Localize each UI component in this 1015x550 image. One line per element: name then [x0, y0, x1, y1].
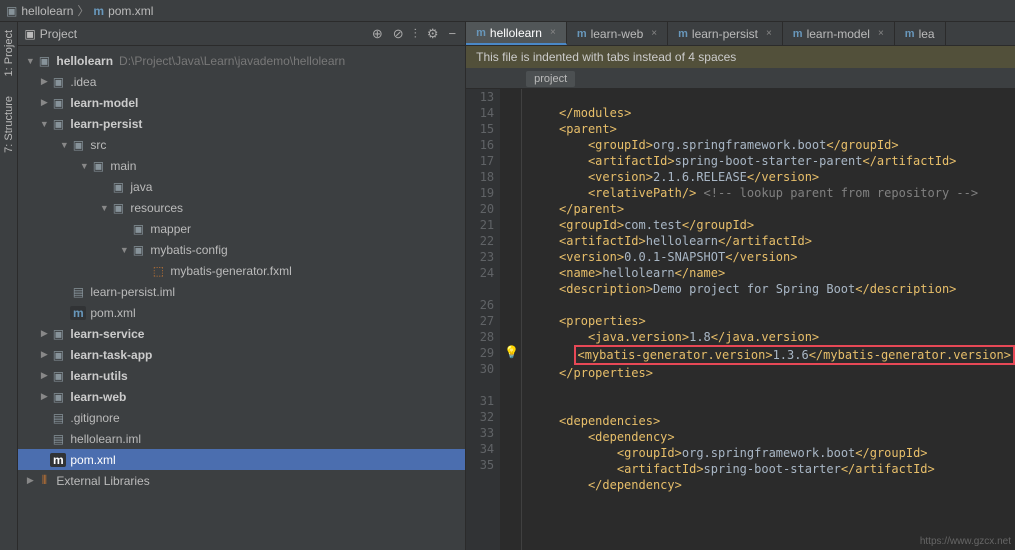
- tree-root[interactable]: ▼▣hellolearnD:\Project\Java\Learn\javade…: [18, 50, 465, 71]
- tool-window-bar: 1: Project 7: Structure: [0, 22, 18, 550]
- tree-item[interactable]: ▶▣learn-web: [18, 386, 465, 407]
- project-panel: ▣ Project ⊕ ⊘ ⫶ ⚙ − ▼▣hellolearnD:\Proje…: [18, 22, 466, 550]
- tree-item[interactable]: ▤.gitignore: [18, 407, 465, 428]
- tab-learn-model[interactable]: mlearn-model×: [783, 22, 895, 45]
- tree-item[interactable]: ▼▣learn-persist: [18, 113, 465, 134]
- close-icon[interactable]: ×: [766, 28, 772, 39]
- locate-icon[interactable]: ⊕: [369, 26, 386, 42]
- maven-icon: m: [577, 28, 587, 40]
- fold-gutter: 💡: [500, 89, 522, 550]
- editor-tabs: mhellolearn× mlearn-web× mlearn-persist×…: [466, 22, 1015, 46]
- sidebar-tab-structure[interactable]: 7: Structure: [3, 96, 15, 153]
- tree-item[interactable]: ▼▣main: [18, 155, 465, 176]
- maven-icon: m: [793, 28, 803, 40]
- chevron-icon: 〉: [77, 2, 89, 19]
- tree-item[interactable]: ▶▣.idea: [18, 71, 465, 92]
- gear-icon[interactable]: ⚙: [424, 26, 442, 42]
- code-breadcrumb: project: [466, 68, 1015, 89]
- divide-icon[interactable]: ⫶: [411, 26, 420, 42]
- close-icon[interactable]: ×: [550, 27, 556, 38]
- folder-icon: ▣: [6, 4, 17, 18]
- maven-icon: m: [905, 28, 915, 40]
- breadcrumb-file[interactable]: pom.xml: [108, 4, 153, 18]
- panel-title[interactable]: Project: [40, 27, 365, 41]
- tree-item[interactable]: ▤learn-persist.iml: [18, 281, 465, 302]
- tree-item[interactable]: ▤hellolearn.iml: [18, 428, 465, 449]
- expand-icon[interactable]: ⊘: [390, 26, 407, 42]
- breadcrumb-root[interactable]: hellolearn: [21, 4, 73, 18]
- maven-icon: m: [678, 28, 688, 40]
- close-icon[interactable]: ×: [878, 28, 884, 39]
- tree-external-libs[interactable]: ▶⫴External Libraries: [18, 470, 465, 491]
- tree-item[interactable]: ▼▣src: [18, 134, 465, 155]
- tree-item[interactable]: ⬚mybatis-generator.fxml: [18, 260, 465, 281]
- bulb-icon[interactable]: 💡: [504, 345, 519, 359]
- breadcrumb: ▣ hellolearn 〉 m pom.xml: [0, 0, 1015, 22]
- tree-item[interactable]: ▶▣learn-utils: [18, 365, 465, 386]
- tree-item[interactable]: ▶▣learn-service: [18, 323, 465, 344]
- editor-panel: mhellolearn× mlearn-web× mlearn-persist×…: [466, 22, 1015, 550]
- tab-learn-persist[interactable]: mlearn-persist×: [668, 22, 783, 45]
- crumb-project[interactable]: project: [526, 71, 575, 87]
- tree-item[interactable]: ▼▣mybatis-config: [18, 239, 465, 260]
- maven-icon: m: [476, 27, 486, 39]
- tab-hellolearn[interactable]: mhellolearn×: [466, 22, 567, 45]
- tree-item-selected[interactable]: mpom.xml: [18, 449, 465, 470]
- project-panel-header: ▣ Project ⊕ ⊘ ⫶ ⚙ −: [18, 22, 465, 46]
- tab-learn-web[interactable]: mlearn-web×: [567, 22, 668, 45]
- project-icon: ▣: [24, 27, 35, 41]
- sidebar-tab-project[interactable]: 1: Project: [3, 30, 15, 76]
- tree-item[interactable]: ▣mapper: [18, 218, 465, 239]
- tree-item[interactable]: ▶▣learn-task-app: [18, 344, 465, 365]
- tree-item[interactable]: ▼▣resources: [18, 197, 465, 218]
- highlighted-line: <mybatis-generator.version>1.3.6</mybati…: [574, 345, 1015, 365]
- close-icon[interactable]: ×: [651, 28, 657, 39]
- code-editor[interactable]: 131415161718192021222324 2627282930 3132…: [466, 89, 1015, 550]
- tree-item[interactable]: mpom.xml: [18, 302, 465, 323]
- tree-item[interactable]: ▶▣learn-model: [18, 92, 465, 113]
- maven-icon: m: [93, 4, 104, 18]
- watermark: https://www.gzcx.net: [920, 536, 1011, 547]
- project-tree: ▼▣hellolearnD:\Project\Java\Learn\javade…: [18, 46, 465, 550]
- collapse-icon[interactable]: −: [446, 26, 460, 41]
- indent-banner: This file is indented with tabs instead …: [466, 46, 1015, 68]
- line-gutter: 131415161718192021222324 2627282930 3132…: [466, 89, 500, 550]
- tree-item[interactable]: ▣java: [18, 176, 465, 197]
- code-lines[interactable]: </modules> <parent> <groupId>org.springf…: [522, 89, 1015, 550]
- tab-more[interactable]: mlea: [895, 22, 946, 45]
